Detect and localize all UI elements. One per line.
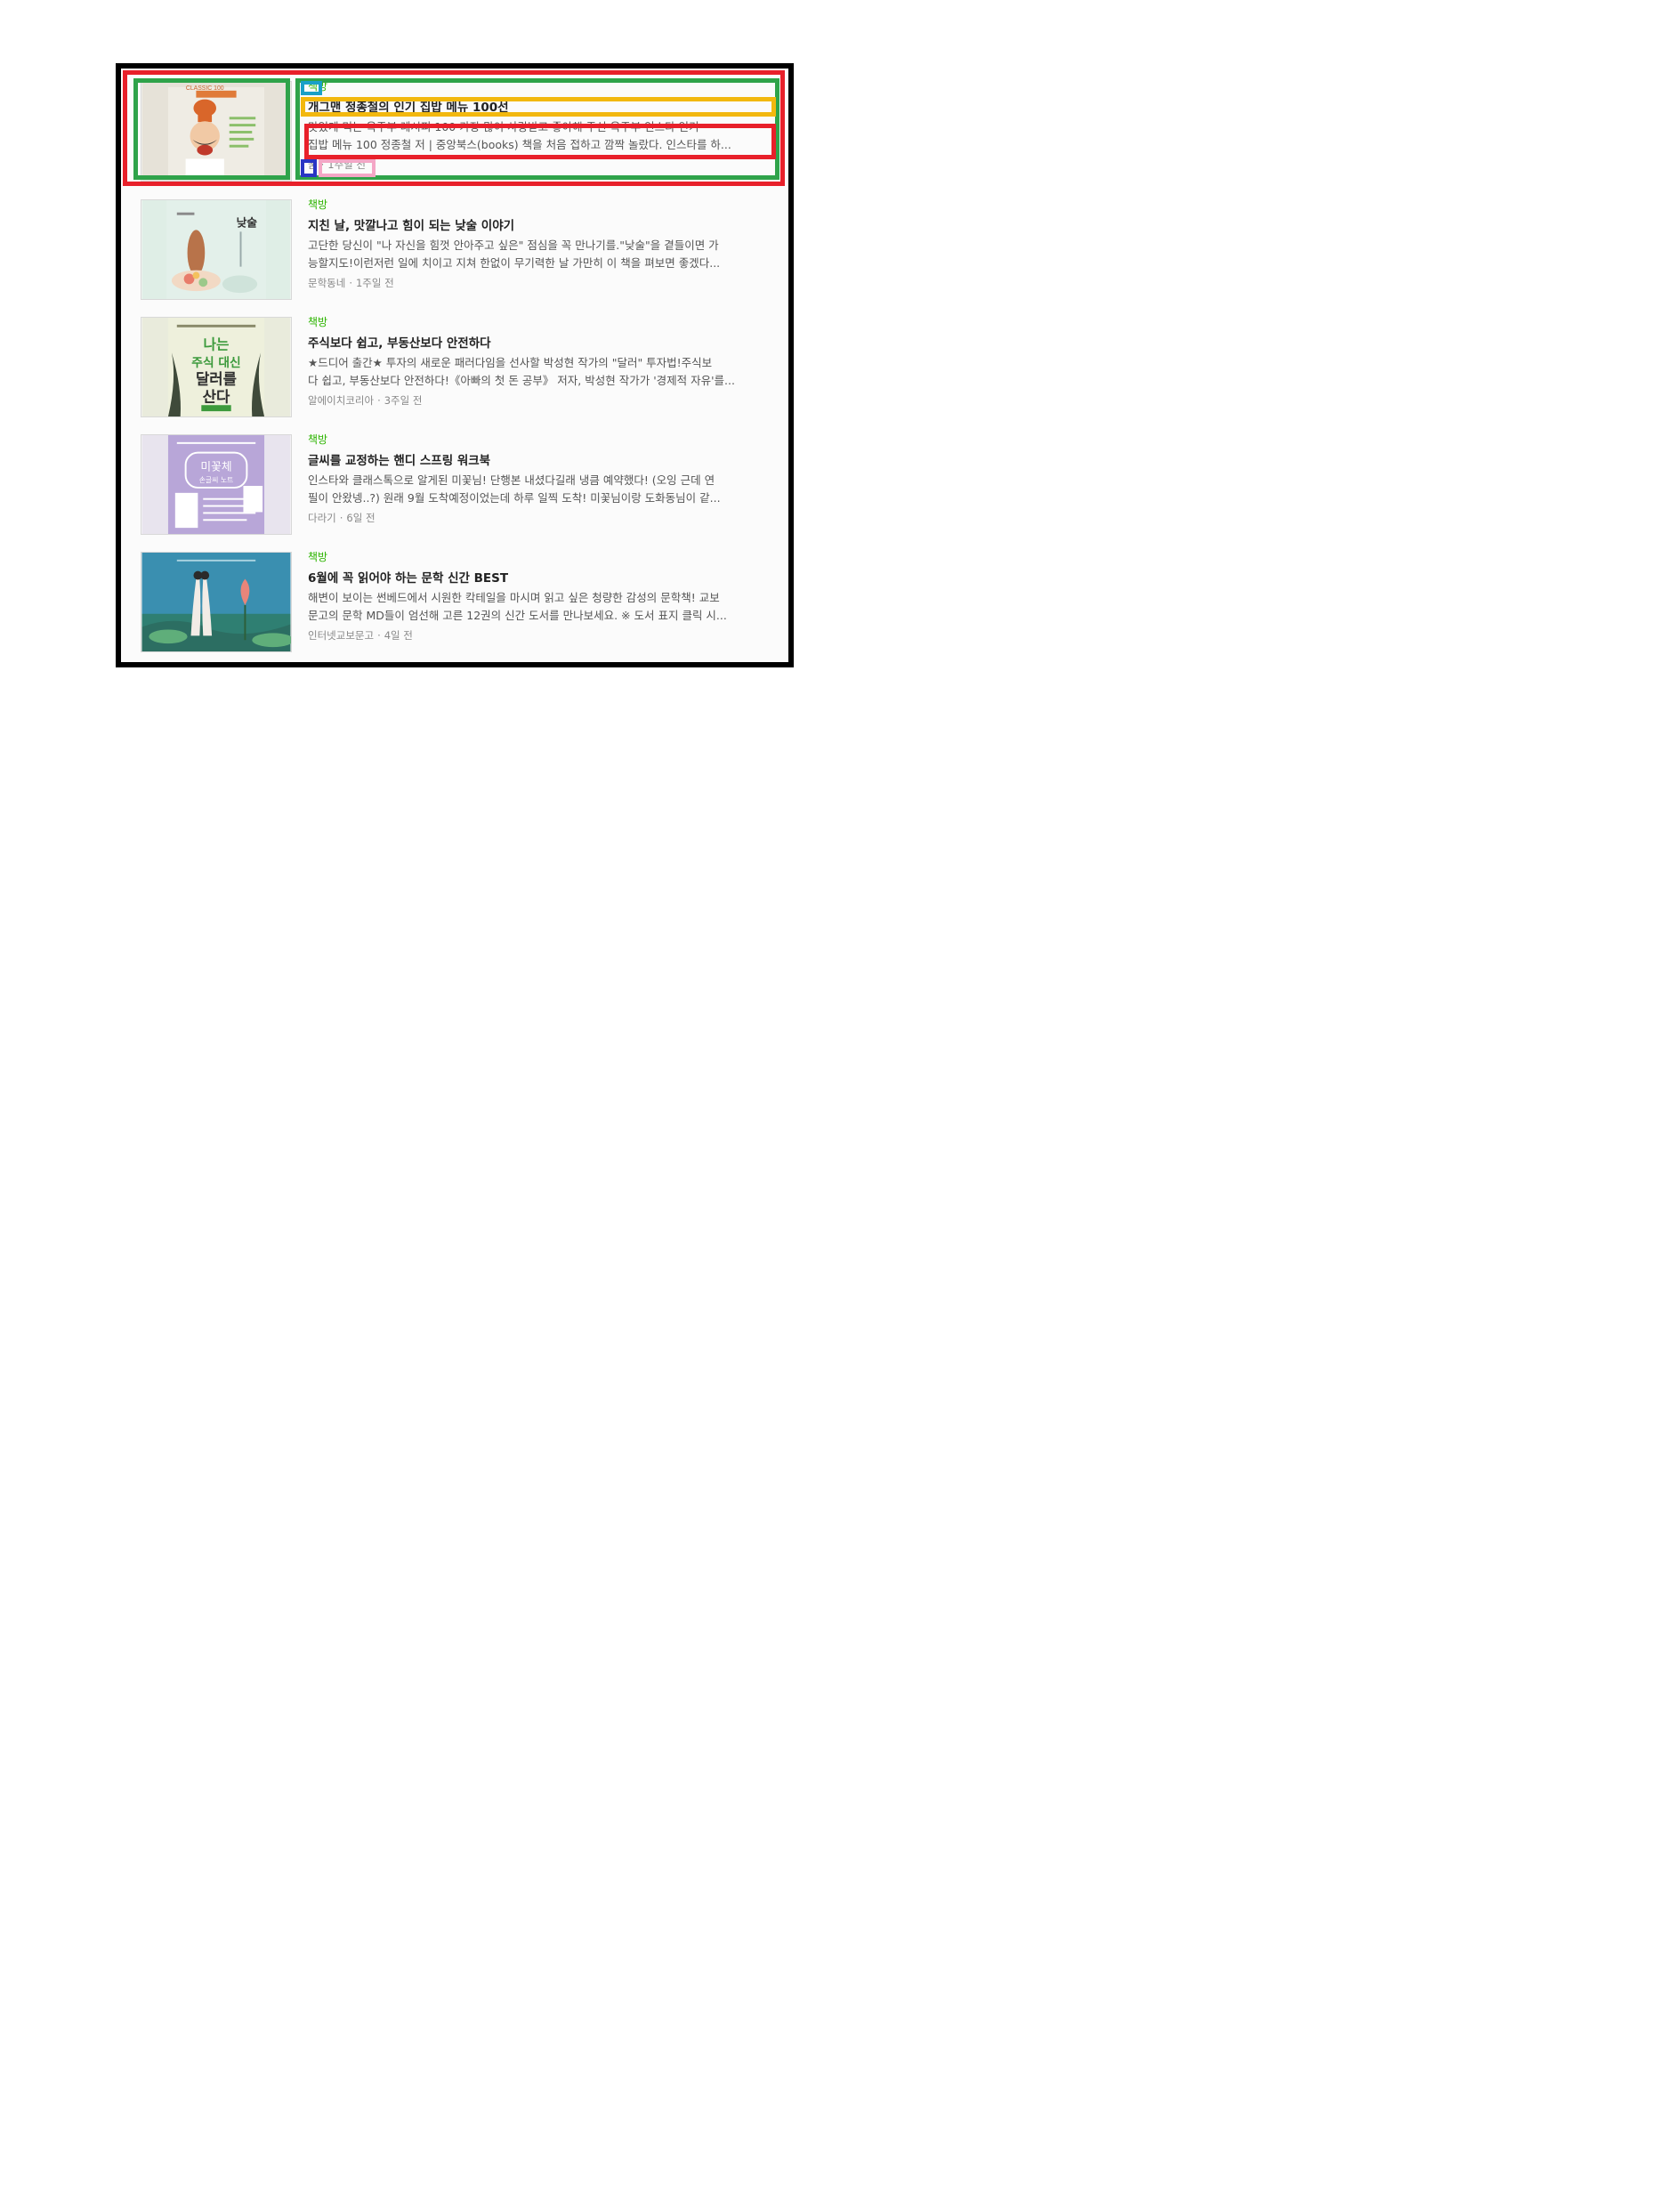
list-item[interactable]: CLASSIC 100 책방 개그맨 정종철의 인기 집밥 메뉴 100선 맛있… xyxy=(133,79,776,184)
description-line: 집밥 메뉴 100 정종철 저 | 중앙북스(books) 책을 처음 접하고 … xyxy=(308,138,731,151)
meta-separator: · xyxy=(377,394,381,407)
cover-label: CLASSIC 100 xyxy=(186,85,224,92)
item-text: 책방 개그맨 정종철의 인기 집밥 메뉴 100선 맛있게 먹는 옥주부 레시피… xyxy=(308,79,774,172)
description-line: 문고의 문학 MD들이 엄선해 고른 12권의 신간 도서를 만나보세요. ※ … xyxy=(308,609,727,622)
book-cover-thumbnail[interactable]: 미꽃체 손글씨 노트 xyxy=(141,434,292,535)
post-time: 4일 전 xyxy=(384,629,413,642)
list-item[interactable]: 책방 6월에 꼭 읽어야 하는 문학 신간 BEST 해변이 보이는 썬베드에서… xyxy=(133,550,776,655)
item-description: 해변이 보이는 썬베드에서 시원한 칵테일을 마시며 읽고 싶은 청량한 감성의… xyxy=(308,589,774,625)
screenshot-frame: CLASSIC 100 책방 개그맨 정종철의 인기 집밥 메뉴 100선 맛있… xyxy=(116,63,794,667)
category-label[interactable]: 책방 xyxy=(308,315,774,331)
item-title[interactable]: 6월에 꼭 읽어야 하는 문학 신간 BEST xyxy=(308,570,774,586)
cover-label: 주식 대신 xyxy=(191,356,240,370)
item-meta: 꿈 · 1주일 전 xyxy=(308,158,774,172)
category-label[interactable]: 책방 xyxy=(308,550,774,566)
source-name[interactable]: 인터넷교보문고 xyxy=(308,629,374,642)
meta-separator: · xyxy=(377,629,381,642)
source-name[interactable]: 꿈 xyxy=(308,158,318,171)
book-cover-thumbnail[interactable] xyxy=(141,552,292,652)
book-cover-image: 미꽃체 손글씨 노트 xyxy=(141,435,291,534)
book-list: CLASSIC 100 책방 개그맨 정종철의 인기 집밥 메뉴 100선 맛있… xyxy=(121,69,788,662)
item-meta: 문학동네 · 1주일 전 xyxy=(308,276,774,290)
category-label[interactable]: 책방 xyxy=(308,198,774,214)
meta-separator: · xyxy=(339,512,343,524)
item-title[interactable]: 주식보다 쉽고, 부동산보다 안전하다 xyxy=(308,335,774,352)
category-label[interactable]: 책방 xyxy=(308,433,774,449)
item-text: 책방 6월에 꼭 읽어야 하는 문학 신간 BEST 해변이 보이는 썬베드에서… xyxy=(308,550,774,643)
book-cover-thumbnail[interactable]: 나는 주식 대신 달러를 산다 xyxy=(141,317,292,417)
item-text: 책방 주식보다 쉽고, 부동산보다 안전하다 ★드디어 출간★ 투자의 새로운 … xyxy=(308,315,774,408)
item-description: 고단한 당신이 "나 자신을 힘껏 안아주고 싶은" 점심을 꼭 만나기를."낮… xyxy=(308,237,774,272)
source-name[interactable]: 다라기 xyxy=(308,512,336,524)
book-cover-thumbnail[interactable]: CLASSIC 100 xyxy=(141,81,292,182)
book-cover-thumbnail[interactable]: 낮술 xyxy=(141,199,292,300)
item-meta: 인터넷교보문고 · 4일 전 xyxy=(308,628,774,643)
description-line: 인스타와 클래스톡으로 알게된 미꽃님! 단행본 내셨다길래 냉큼 예약했다! … xyxy=(308,473,715,487)
post-time: 3주일 전 xyxy=(384,394,423,407)
category-label[interactable]: 책방 xyxy=(308,79,774,95)
cover-label: 산다 xyxy=(203,388,230,405)
description-line: 해변이 보이는 썬베드에서 시원한 칵테일을 마시며 읽고 싶은 청량한 감성의… xyxy=(308,591,720,604)
book-cover-image: 낮술 xyxy=(141,200,291,299)
cover-label: 나는 xyxy=(204,335,230,352)
description-line: ★드디어 출간★ 투자의 새로운 패러다임을 선사할 박성현 작가의 "달러" … xyxy=(308,356,713,369)
cover-label: 낮술 xyxy=(237,215,258,230)
item-text: 책방 글씨를 교정하는 핸디 스프링 워크북 인스타와 클래스톡으로 알게된 미… xyxy=(308,433,774,525)
item-title[interactable]: 지친 날, 맛깔나고 힘이 되는 낮술 이야기 xyxy=(308,218,774,234)
post-time: 1주일 전 xyxy=(355,277,394,289)
list-item[interactable]: 낮술 책방 지친 날, 맛깔나고 힘이 되는 낮술 이야기 고단한 당신이 "나… xyxy=(133,198,776,303)
item-description: ★드디어 출간★ 투자의 새로운 패러다임을 선사할 박성현 작가의 "달러" … xyxy=(308,354,774,390)
item-text: 책방 지친 날, 맛깔나고 힘이 되는 낮술 이야기 고단한 당신이 "나 자신… xyxy=(308,198,774,290)
cover-label: 미꽃체 xyxy=(200,460,231,473)
book-cover-image xyxy=(141,553,291,651)
book-cover-image: CLASSIC 100 xyxy=(141,82,291,181)
item-description: 인스타와 클래스톡으로 알게된 미꽃님! 단행본 내셨다길래 냉큼 예약했다! … xyxy=(308,472,774,507)
book-cover-image: 나는 주식 대신 달러를 산다 xyxy=(141,318,291,416)
list-item[interactable]: 나는 주식 대신 달러를 산다 책방 주식보다 쉽고, 부동산보다 안전하다 ★… xyxy=(133,315,776,420)
description-line: 능할지도!이런저런 일에 치이고 지쳐 한없이 무기력한 날 가만히 이 책을 … xyxy=(308,256,721,270)
source-name[interactable]: 문학동네 xyxy=(308,277,345,289)
list-item[interactable]: 미꽃체 손글씨 노트 책방 글씨를 교정하는 핸디 스프링 워크북 인스타와 클… xyxy=(133,433,776,538)
description-line: 맛있게 먹는 옥주부 레시피 100 가장 많이 사랑받고 좋아해 주신 옥주부… xyxy=(308,120,699,133)
item-title[interactable]: 글씨를 교정하는 핸디 스프링 워크북 xyxy=(308,453,774,469)
cover-label: 달러를 xyxy=(196,370,237,388)
description-line: 필이 안왔넹..?) 원래 9월 도착예정이었는데 하루 일찍 도착! 미꽃님이… xyxy=(308,491,721,505)
item-description: 맛있게 먹는 옥주부 레시피 100 가장 많이 사랑받고 좋아해 주신 옥주부… xyxy=(308,118,774,154)
cover-label: 손글씨 노트 xyxy=(199,476,234,484)
description-line: 다 쉽고, 부동산보다 안전하다!《아빠의 첫 돈 공부》 저자, 박성현 작가… xyxy=(308,374,735,387)
post-time: 6일 전 xyxy=(346,512,376,524)
item-title[interactable]: 개그맨 정종철의 인기 집밥 메뉴 100선 xyxy=(308,100,774,116)
source-name[interactable]: 알에이치코리아 xyxy=(308,394,374,407)
meta-separator: · xyxy=(349,277,352,289)
item-meta: 다라기 · 6일 전 xyxy=(308,511,774,525)
item-meta: 알에이치코리아 · 3주일 전 xyxy=(308,393,774,408)
meta-separator: · xyxy=(320,158,325,171)
post-time: 1주일 전 xyxy=(327,158,366,171)
description-line: 고단한 당신이 "나 자신을 힘껏 안아주고 싶은" 점심을 꼭 만나기를."낮… xyxy=(308,238,719,252)
